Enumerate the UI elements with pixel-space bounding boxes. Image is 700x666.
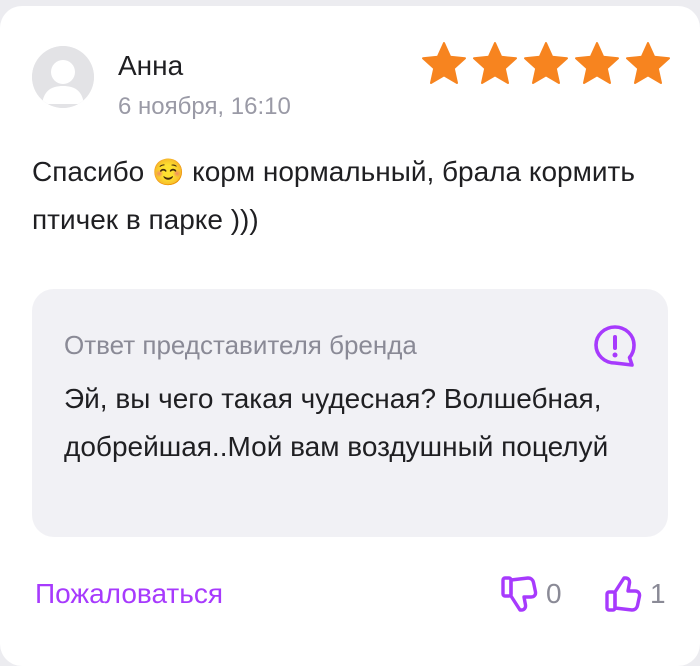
star-icon [575,42,619,84]
brand-answer-box: Ответ представителя бренда Эй, вы чего т… [32,289,668,537]
exclamation-speech-bubble-icon [594,325,636,367]
review-author: Анна [118,50,184,81]
review-text-start: Спасибо [32,156,152,187]
like-button[interactable]: 1 [604,574,666,614]
brand-answer-title: Ответ представителя бренда [64,330,417,360]
review-card: Анна 6 ноября, 16:10 Спасибо ☺️ корм нор… [0,6,700,666]
smiling-emoji-icon: ☺️ [151,157,185,187]
star-icon [422,42,466,84]
brand-answer-text: Эй, вы чего такая чудесная? Волшебная, д… [64,383,609,462]
review-date: 6 ноября, 16:10 [118,93,291,120]
thumbs-up-icon [605,576,642,612]
user-silhouette-icon [32,46,94,108]
review-text: Спасибо ☺️ корм нормальный, брала кормит… [32,148,652,244]
dislike-count: 0 [546,578,562,609]
thumbs-down-icon [501,576,538,612]
star-icon [473,42,517,84]
avatar [32,46,94,108]
dislike-button[interactable]: 0 [500,574,562,614]
like-count: 1 [650,578,666,609]
complain-link[interactable]: Пожаловаться [35,578,223,610]
star-icon [626,42,670,84]
star-icon [524,42,568,84]
star-rating [420,40,672,88]
